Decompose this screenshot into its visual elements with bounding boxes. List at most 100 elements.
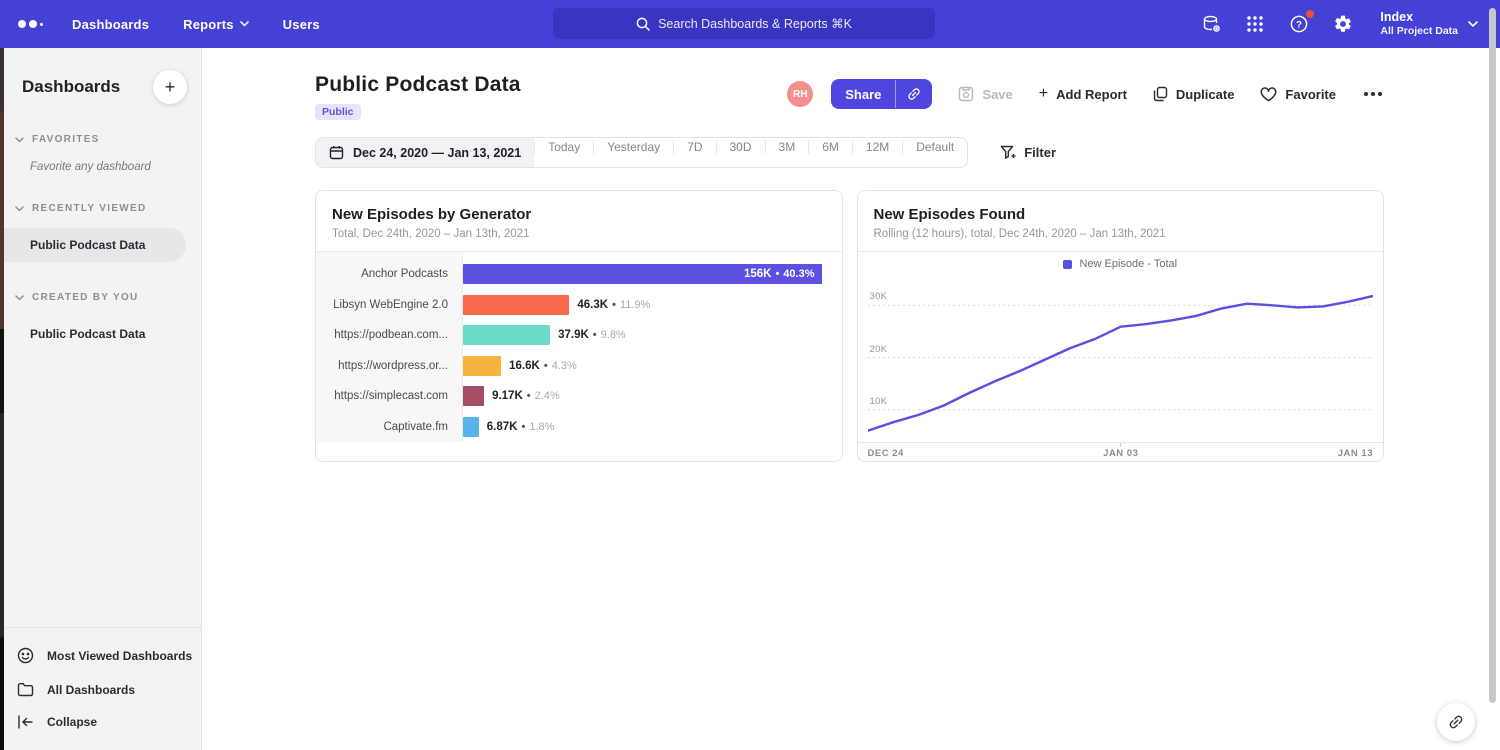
search-input[interactable]: Search Dashboards & Reports ⌘K	[553, 8, 935, 39]
copy-link-fab[interactable]	[1437, 703, 1475, 741]
most-viewed-dashboards-link[interactable]: Most Viewed Dashboards	[0, 638, 201, 673]
project-subtitle: All Project Data	[1380, 25, 1458, 38]
page-title: Public Podcast Data	[315, 73, 521, 97]
apps-grid-icon[interactable]	[1244, 13, 1266, 35]
bar-row[interactable]: 6.87K•1.8%	[463, 412, 822, 443]
section-created-by-you[interactable]: CREATED BY YOU	[0, 292, 201, 303]
share-link-icon[interactable]	[896, 79, 932, 109]
y-tick: 10K	[870, 396, 888, 407]
date-preset-12m[interactable]: 12M	[852, 140, 902, 154]
link-icon	[1443, 709, 1468, 734]
add-dashboard-button[interactable]: +	[153, 70, 187, 104]
x-tick: JAN 03	[1103, 448, 1138, 459]
share-button[interactable]: Share	[831, 79, 932, 109]
bar-value-label: 9.17K•2.4%	[492, 390, 560, 402]
data-sources-icon[interactable]	[1200, 13, 1222, 35]
x-axis: DEC 24 JAN 03 JAN 13	[858, 442, 1384, 462]
y-tick: 30K	[870, 291, 888, 302]
bar-value-label: 6.87K•1.8%	[487, 421, 555, 433]
chevron-down-icon	[1468, 21, 1478, 28]
chevron-down-icon	[15, 295, 24, 301]
legend-swatch	[1063, 260, 1072, 269]
add-report-button[interactable]: + Add Report	[1039, 85, 1127, 103]
chart-legend: New Episode - Total	[858, 254, 1384, 274]
date-range-control: Dec 24, 2020 — Jan 13, 2021 TodayYesterd…	[315, 137, 968, 168]
duplicate-button[interactable]: Duplicate	[1153, 86, 1235, 102]
sidebar-item-recent-dashboard[interactable]: Public Podcast Data	[0, 228, 186, 262]
app-logo[interactable]	[6, 20, 54, 28]
bar-value-label: 46.3K•11.9%	[577, 299, 650, 311]
search-placeholder: Search Dashboards & Reports ⌘K	[658, 16, 852, 31]
nav-item-reports[interactable]: Reports	[183, 17, 249, 32]
avatar[interactable]: RH	[787, 81, 813, 107]
bar-category-label: Anchor Podcasts	[316, 259, 462, 290]
section-favorites[interactable]: FAVORITES	[0, 134, 201, 145]
bar-category-label: https://podbean.com...	[316, 320, 462, 351]
bar-fill	[463, 356, 501, 376]
help-icon[interactable]: ?	[1288, 13, 1310, 35]
save-icon	[958, 86, 974, 102]
date-preset-default[interactable]: Default	[902, 140, 967, 154]
collapse-sidebar-button[interactable]: Collapse	[0, 706, 201, 738]
sidebar-item-created-dashboard[interactable]: Public Podcast Data	[0, 317, 201, 351]
date-range-picker[interactable]: Dec 24, 2020 — Jan 13, 2021	[316, 138, 534, 167]
x-tick: DEC 24	[868, 448, 904, 459]
bar-label-column: Anchor PodcastsLibsyn WebEngine 2.0https…	[316, 252, 463, 442]
nav-item-users[interactable]: Users	[283, 17, 320, 32]
bar-category-label: https://wordpress.or...	[316, 351, 462, 382]
x-tick: JAN 13	[1338, 448, 1373, 459]
search-icon	[636, 17, 650, 31]
smiley-icon	[17, 647, 34, 664]
project-switcher[interactable]: Index All Project Data	[1380, 10, 1478, 38]
notification-badge	[1306, 10, 1314, 18]
collapse-icon	[17, 715, 34, 729]
bar-row[interactable]: 37.9K•9.8%	[463, 320, 822, 351]
date-preset-6m[interactable]: 6M	[808, 140, 852, 154]
card-new-episodes-by-generator: New Episodes by Generator Total, Dec 24t…	[315, 190, 843, 462]
bar-value-label: 156K•40.3%	[744, 268, 815, 280]
calendar-icon	[329, 145, 344, 160]
page-scrollbar[interactable]	[1489, 8, 1496, 703]
bar-track-column: 156K•40.3% 46.3K•11.9% 37.9K•9.8% 16.6K•4.3…	[463, 252, 842, 450]
bar-row[interactable]: 156K•40.3%	[463, 259, 822, 290]
chevron-down-icon	[15, 206, 24, 212]
chevron-down-icon	[15, 137, 24, 143]
date-preset-today[interactable]: Today	[534, 140, 593, 154]
settings-gear-icon[interactable]	[1332, 13, 1354, 35]
bar-row[interactable]: 9.17K•2.4%	[463, 381, 822, 412]
bar-row[interactable]: 46.3K•11.9%	[463, 290, 822, 321]
heart-icon	[1260, 87, 1277, 102]
card-new-episodes-found: New Episodes Found Rolling (12 hours), t…	[857, 190, 1385, 462]
filter-button[interactable]: Filter	[1000, 145, 1056, 161]
chevron-down-icon	[240, 21, 249, 27]
line-chart-svg	[868, 274, 1374, 441]
bar-row[interactable]: 16.6K•4.3%	[463, 351, 822, 382]
funnel-plus-icon	[1000, 145, 1016, 161]
primary-nav: Dashboards Reports Users	[72, 17, 320, 32]
bar-fill	[463, 386, 484, 406]
nav-item-dashboards[interactable]: Dashboards	[72, 17, 149, 32]
save-button[interactable]: Save	[958, 86, 1012, 102]
section-recently-viewed[interactable]: RECENTLY VIEWED	[0, 203, 201, 214]
more-actions-button[interactable]	[1362, 88, 1384, 100]
bar-chart: Anchor PodcastsLibsyn WebEngine 2.0https…	[316, 252, 842, 450]
legend-label: New Episode - Total	[1079, 258, 1177, 270]
bar-value-label: 37.9K•9.8%	[558, 329, 626, 341]
bar-category-label: https://simplecast.com	[316, 381, 462, 412]
favorite-button[interactable]: Favorite	[1260, 87, 1336, 102]
sidebar-title: Dashboards	[22, 77, 120, 97]
plus-icon: +	[1039, 85, 1048, 103]
y-tick: 20K	[870, 344, 888, 355]
card-title: New Episodes by Generator	[332, 206, 826, 223]
date-preset-7d[interactable]: 7D	[673, 140, 715, 154]
all-dashboards-link[interactable]: All Dashboards	[0, 673, 201, 706]
left-sidebar: Dashboards + FAVORITES Favorite any dash…	[0, 48, 202, 750]
date-preset-group: TodayYesterday7D30D3M6M12MDefault	[534, 138, 967, 167]
date-preset-3m[interactable]: 3M	[765, 140, 809, 154]
date-preset-yesterday[interactable]: Yesterday	[593, 140, 673, 154]
svg-text:?: ?	[1296, 19, 1302, 30]
date-preset-30d[interactable]: 30D	[716, 140, 765, 154]
line-chart-plot: 10K 20K 30K	[868, 274, 1374, 441]
window-edge-strip	[0, 48, 4, 750]
bar-fill	[463, 417, 479, 437]
